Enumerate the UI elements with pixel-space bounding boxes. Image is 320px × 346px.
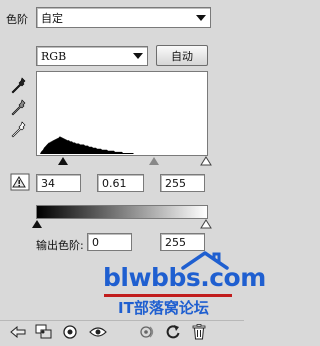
input-white-point-slider[interactable]: [200, 156, 212, 166]
preset-label: 色阶: [6, 13, 28, 26]
channel-select[interactable]: RGB: [36, 46, 148, 66]
output-white-point-slider[interactable]: [200, 219, 212, 229]
output-black-value: 0: [92, 235, 99, 249]
output-white-value: 255: [165, 235, 186, 249]
bottom-toolbar-divider: [0, 320, 244, 321]
clip-to-layer-icon[interactable]: [35, 324, 53, 340]
input-white-field[interactable]: 255: [160, 174, 205, 192]
reset-icon[interactable]: [164, 324, 182, 340]
watermark-domain: blwbbs.com: [103, 263, 266, 292]
histogram-frame: [36, 71, 208, 156]
output-black-point-slider[interactable]: [32, 220, 42, 228]
eyedropper-white-icon[interactable]: [11, 121, 27, 139]
watermark-underline: [104, 294, 232, 297]
input-levels-slider[interactable]: [36, 156, 212, 168]
watermark-tagline: IT部落窝论坛: [118, 299, 209, 317]
output-white-field[interactable]: 255: [160, 233, 205, 251]
input-black-field[interactable]: 34: [36, 174, 81, 192]
auto-button[interactable]: 自动: [156, 45, 208, 66]
view-previous-state-icon[interactable]: [139, 324, 157, 340]
eyedropper-gray-icon[interactable]: [11, 99, 27, 117]
input-gamma-slider[interactable]: [149, 157, 159, 165]
preset-value: 自定: [41, 11, 63, 25]
eyedropper-black-icon[interactable]: [11, 77, 27, 95]
trash-icon[interactable]: [190, 324, 208, 340]
visibility-eye-icon[interactable]: [89, 324, 107, 340]
input-white-value: 255: [165, 176, 186, 190]
input-black-value: 34: [41, 176, 55, 190]
chevron-down-icon: [129, 47, 147, 65]
preset-select[interactable]: 自定: [36, 7, 211, 28]
chevron-down-icon: [192, 8, 210, 27]
input-black-point-slider[interactable]: [58, 157, 68, 165]
output-levels-label: 输出色阶:: [36, 239, 84, 252]
clipping-warning-icon[interactable]: [10, 173, 30, 191]
output-levels-slider[interactable]: [32, 219, 212, 231]
input-gamma-field[interactable]: 0.61: [97, 174, 144, 192]
histogram-plot: [37, 136, 204, 154]
layer-visibility-icon[interactable]: [61, 324, 79, 340]
output-black-field[interactable]: 0: [87, 233, 132, 251]
channel-value: RGB: [41, 49, 67, 63]
output-gradient-bar: [36, 205, 208, 219]
histogram-shape: [37, 136, 204, 154]
adjustment-return-icon[interactable]: [9, 324, 27, 340]
auto-button-label: 自动: [171, 49, 193, 63]
input-gamma-value: 0.61: [102, 176, 127, 190]
